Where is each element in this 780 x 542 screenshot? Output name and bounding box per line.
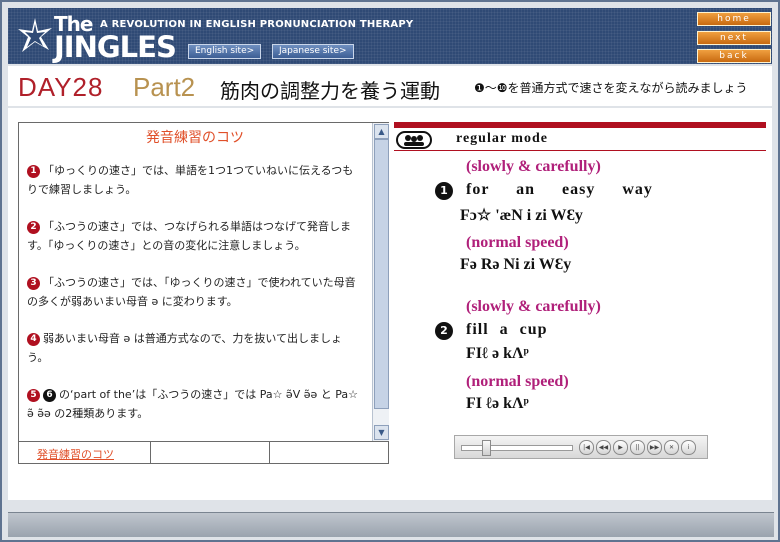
stop-icon[interactable]: ✕ — [664, 440, 679, 455]
tip-text: 「ふつうの速さ」では、「ゆっくりの速さ」で使われていた母音の多くが弱あいまい母音… — [27, 276, 356, 308]
range-tilde: ～ — [484, 81, 497, 95]
site-header: The JINGLES A REVOLUTION IN ENGLISH PRON… — [8, 8, 772, 64]
people-group-icon — [396, 131, 432, 149]
normal-speed-label: (normal speed) — [466, 373, 569, 390]
normal-speed-label: (normal speed) — [466, 234, 569, 251]
tips-scrollbar[interactable]: ▲ ▼ — [372, 123, 389, 441]
prev-icon[interactable]: ◀◀ — [596, 440, 611, 455]
tip-number-ref: 6 — [43, 389, 56, 402]
mode-label: regular mode — [456, 131, 548, 146]
tips-panel: 発音練習のコツ 1 「ゆっくりの速さ」では、単語を1つ1つていねいに伝えるつもりで… — [18, 122, 389, 464]
normal-phonetic: Fə Rə Ni zi WƐy — [460, 256, 572, 273]
mode-divider — [394, 150, 766, 151]
tip-number: 4 — [27, 333, 40, 346]
item-number: 2 — [435, 322, 453, 340]
tab-cell: 発音練習のコツ — [19, 442, 151, 464]
next-icon[interactable]: ▶▶ — [647, 440, 662, 455]
tip-number: 3 — [27, 277, 40, 290]
tagline: A REVOLUTION IN ENGLISH PRONUNCIATION TH… — [100, 19, 414, 30]
slow-speed-label: (slowly & carefully) — [466, 298, 601, 315]
day-label: DAY28 — [18, 72, 104, 102]
practice-words: for an easy way — [466, 181, 653, 198]
back-button[interactable]: back — [697, 49, 771, 63]
starburst-logo-icon — [18, 18, 52, 52]
range-end-label: ❿ — [496, 81, 508, 95]
home-button[interactable]: home — [697, 12, 771, 26]
footer-bar — [8, 512, 774, 537]
tip-item: 4 弱あいまい母音 ə は普通方式なので、力を抜いて出しましょう。 — [27, 329, 363, 367]
play-icon[interactable]: ▶ — [613, 440, 628, 455]
tips-tab-link[interactable]: 発音練習のコツ — [37, 446, 114, 462]
japanese-site-button[interactable]: Japanese site> — [272, 44, 354, 59]
tip-number: 2 — [27, 221, 40, 234]
lesson-title: 筋肉の調整力を養う運動 — [220, 79, 440, 103]
tip-text: の‘part of the’は「ふつうの速さ」では Pa☆ ə̃V ə̃ə と … — [27, 388, 358, 420]
english-site-button[interactable]: English site> — [188, 44, 262, 59]
lesson-title-bar: DAY28 Part2 筋肉の調整力を養う運動 ❶～❿を普通方式で速さを変えなが… — [8, 66, 772, 106]
seek-track[interactable] — [461, 445, 573, 451]
tip-item: 5 6 の‘part of the’は「ふつうの速さ」では Pa☆ ə̃V ə̃ə … — [27, 385, 363, 423]
tab-cell — [270, 442, 387, 464]
instruction-text: ❶～❿を普通方式で速さを変えながら読みましょう — [474, 79, 748, 96]
tip-item: 2 「ふつうの速さ」では、つなげられる単語はつなげて発音します。「ゆっくりの速さ」… — [27, 217, 363, 255]
instruction-body: を普通方式で速さを変えながら読みましょう — [507, 81, 748, 95]
practice-words: fill a cup — [466, 321, 548, 338]
tips-tab-row: 発音練習のコツ — [19, 441, 388, 464]
slow-phonetic: Fɔ☆ 'æN i zi WƐy — [460, 207, 583, 224]
tip-item: 3 「ふつうの速さ」では、「ゆっくりの速さ」で使われていた母音の多くが弱あいまい母… — [27, 273, 363, 311]
info-icon[interactable]: i — [681, 440, 696, 455]
tip-item: 1 「ゆっくりの速さ」では、単語を1つ1つていねいに伝えるつもりで練習しましょう。 — [27, 161, 363, 199]
scroll-down-icon[interactable]: ▼ — [374, 425, 389, 440]
part-label: Part2 — [133, 72, 196, 102]
tip-text: 弱あいまい母音 ə は普通方式なので、力を抜いて出しましょう。 — [27, 332, 342, 364]
tip-text: 「ゆっくりの速さ」では、単語を1つ1つていねいに伝えるつもりで練習しましょう。 — [27, 164, 354, 196]
scroll-up-icon[interactable]: ▲ — [374, 124, 389, 139]
content-area: 発音練習のコツ 1 「ゆっくりの速さ」では、単語を1つ1つていねいに伝えるつもりで… — [8, 108, 772, 500]
tab-cell — [151, 442, 270, 464]
logo-jingles: JINGLES — [54, 30, 177, 64]
tip-text: 「ふつうの速さ」では、つなげられる単語はつなげて発音します。「ゆっくりの速さ」と… — [27, 220, 351, 252]
audio-player: |◀ ◀◀ ▶ || ▶▶ ✕ i — [454, 435, 708, 459]
pause-icon[interactable]: || — [630, 440, 645, 455]
slow-speed-label: (slowly & carefully) — [466, 158, 601, 175]
slow-phonetic: FIℓ ə kΛᵖ — [466, 345, 529, 362]
scroll-thumb[interactable] — [374, 139, 389, 409]
item-number: 1 — [435, 182, 453, 200]
tip-number: 5 — [27, 389, 40, 402]
tips-title: 発音練習のコツ — [146, 130, 244, 146]
normal-phonetic: FI ℓə kΛᵖ — [466, 395, 529, 412]
mode-header-bar — [394, 122, 766, 128]
rewind-start-icon[interactable]: |◀ — [579, 440, 594, 455]
seek-knob[interactable] — [481, 440, 491, 456]
next-button[interactable]: next — [697, 31, 771, 45]
range-start-label: ❶ — [474, 81, 485, 95]
tip-number: 1 — [27, 165, 40, 178]
app-frame: The JINGLES A REVOLUTION IN ENGLISH PRON… — [0, 0, 780, 542]
